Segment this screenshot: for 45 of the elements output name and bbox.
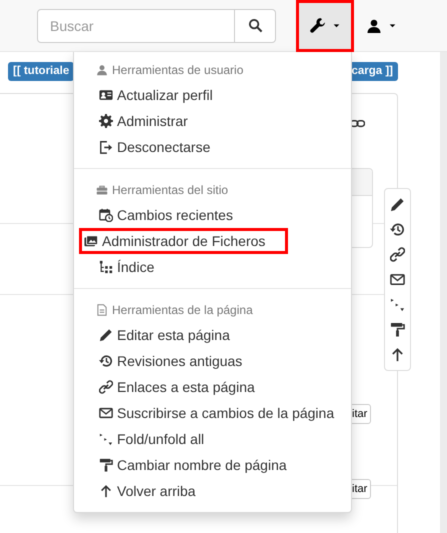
search-field[interactable]: Buscar bbox=[37, 8, 235, 42]
menu-item[interactable]: Enlaces a esta página bbox=[89, 374, 278, 400]
arrow-up-icon bbox=[99, 484, 113, 498]
search-icon bbox=[248, 18, 262, 33]
fold-icon bbox=[99, 432, 113, 446]
user-icon bbox=[366, 18, 382, 34]
history-icon[interactable] bbox=[390, 222, 405, 237]
menu-item[interactable]: Volver arriba bbox=[89, 478, 219, 504]
menu-section-header: Herramientas de la página bbox=[112, 302, 253, 319]
menu-section-header: Herramientas del sitio bbox=[112, 182, 228, 199]
pencil-icon[interactable] bbox=[390, 197, 405, 212]
page-tag[interactable]: [[ tutoriale bbox=[8, 62, 74, 82]
mail-icon bbox=[99, 406, 113, 420]
paint-roller-icon[interactable] bbox=[390, 322, 405, 337]
user-icon bbox=[96, 64, 108, 76]
link-icon[interactable] bbox=[390, 247, 405, 262]
menu-item[interactable]: Cambiar nombre de página bbox=[89, 452, 310, 478]
menu-item[interactable]: Administrador de Ficheros bbox=[79, 228, 288, 254]
paint-roller-icon bbox=[99, 458, 113, 472]
menu-item[interactable]: Desconectarse bbox=[89, 134, 234, 160]
fold-icon[interactable] bbox=[390, 297, 405, 312]
document-icon bbox=[96, 304, 108, 316]
gear-icon bbox=[99, 114, 113, 128]
index-tree-icon bbox=[99, 260, 113, 274]
menu-item[interactable]: Índice bbox=[89, 254, 178, 280]
tools-dropdown-button[interactable] bbox=[296, 0, 354, 52]
menu-section-header: Herramientas de usuario bbox=[112, 62, 244, 79]
menu-item[interactable]: Actualizar perfil bbox=[89, 82, 236, 108]
toolbox-icon bbox=[96, 184, 108, 196]
menu-item[interactable]: Cambios recientes bbox=[89, 202, 256, 228]
link-icon bbox=[99, 380, 113, 394]
logout-icon bbox=[99, 140, 113, 154]
calendar-clock-icon bbox=[99, 208, 113, 222]
menu-item[interactable]: Fold/unfold all bbox=[89, 426, 228, 452]
wrench-icon bbox=[309, 17, 326, 34]
menu-item[interactable]: Administrar bbox=[89, 108, 211, 134]
id-card-icon bbox=[99, 88, 113, 102]
image-folder-icon bbox=[84, 234, 98, 248]
search-button[interactable] bbox=[235, 8, 276, 42]
menu-item[interactable]: Editar esta página bbox=[89, 322, 253, 348]
menu-item[interactable]: Revisiones antiguas bbox=[89, 348, 266, 374]
pencil-icon bbox=[99, 328, 113, 342]
mail-icon[interactable] bbox=[390, 272, 405, 287]
arrow-up-icon[interactable] bbox=[390, 347, 405, 362]
history-icon bbox=[99, 354, 113, 368]
